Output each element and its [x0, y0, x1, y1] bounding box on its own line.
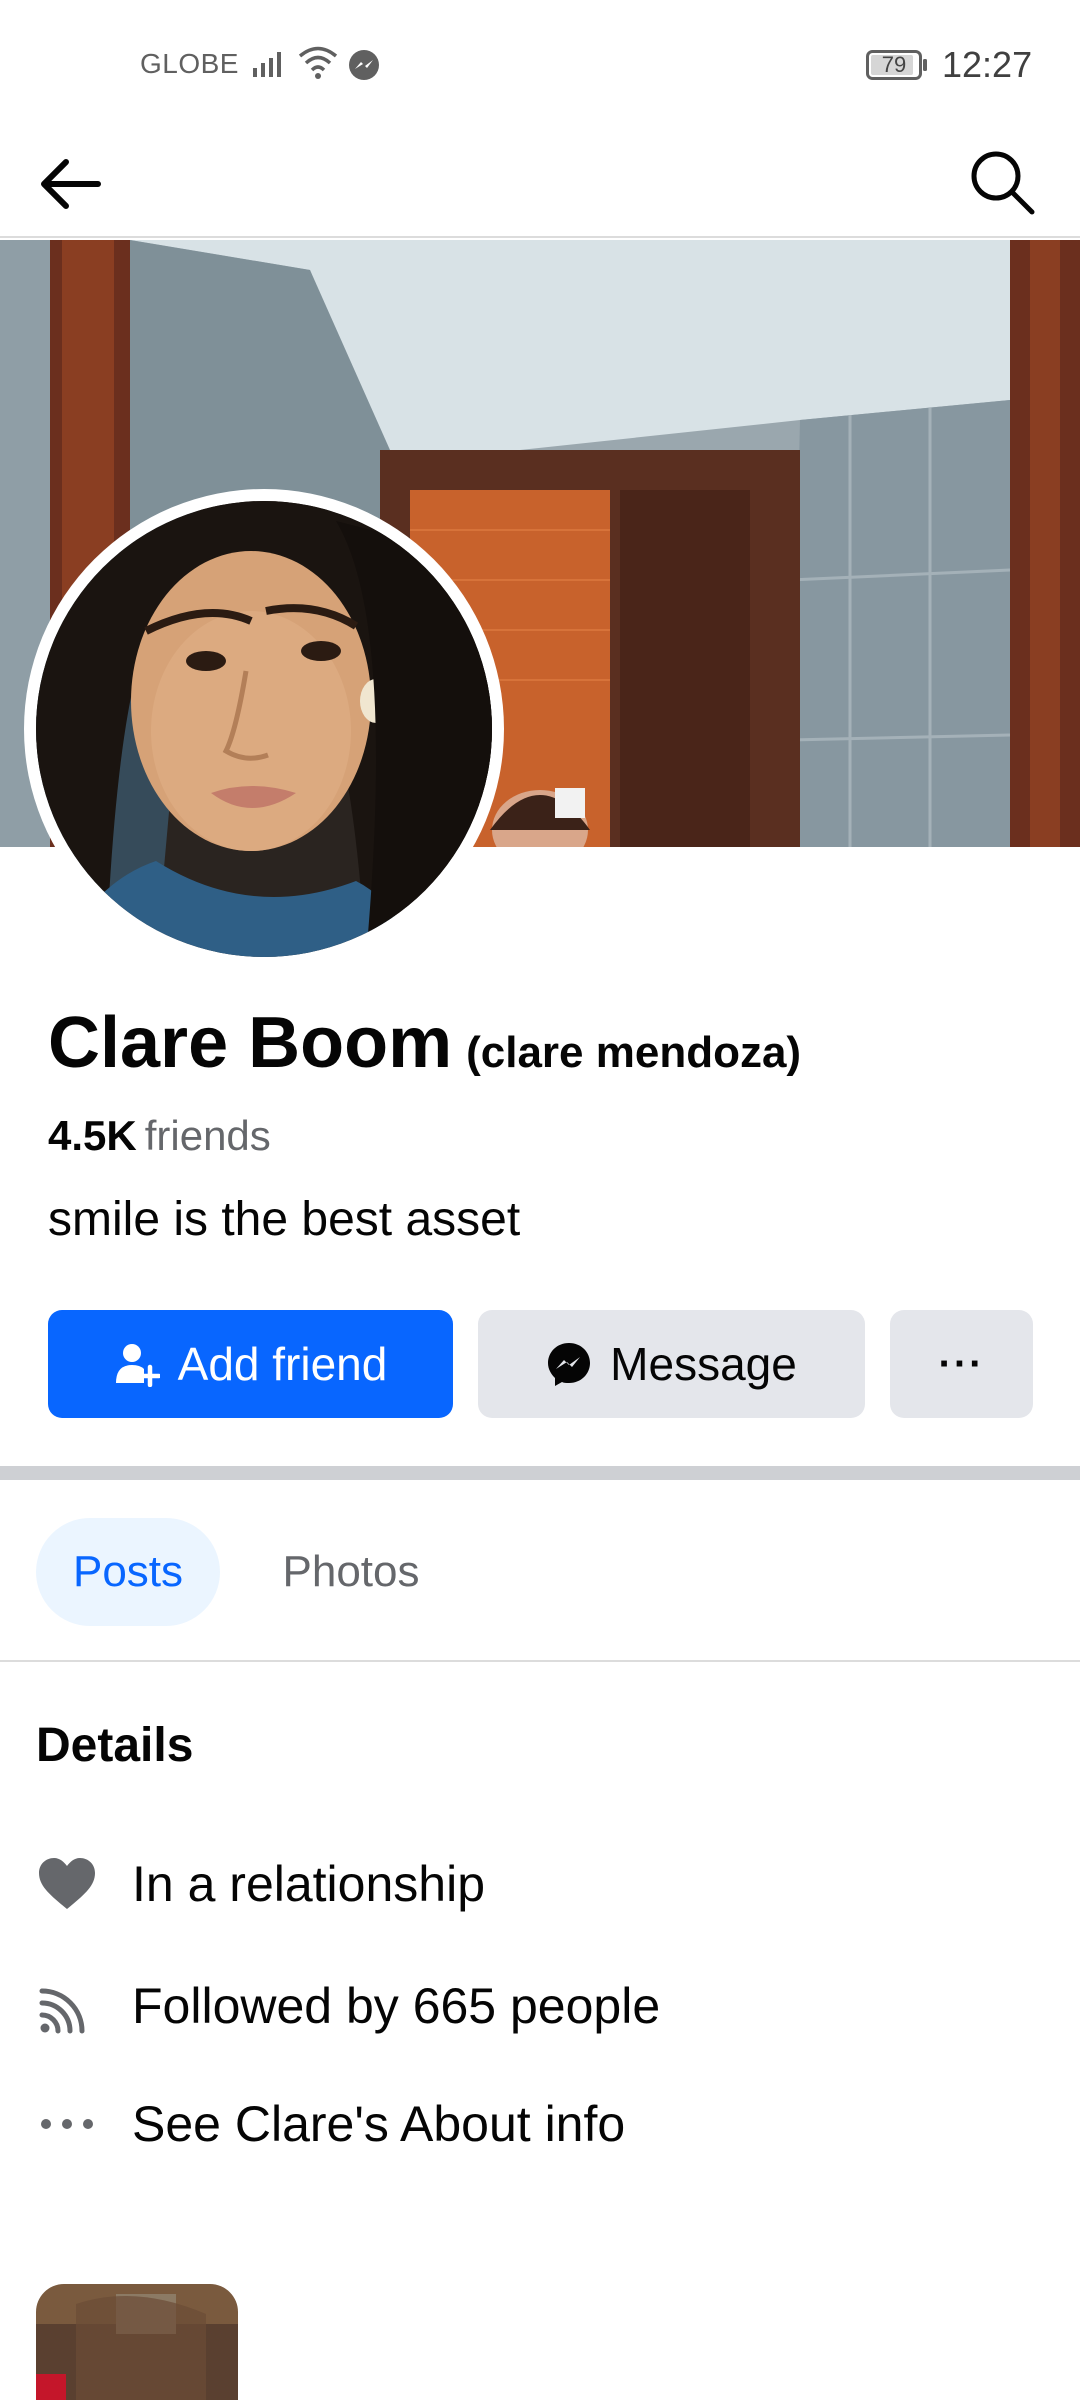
message-label: Message [610, 1338, 797, 1390]
detail-about-text: See Clare's About info [132, 2096, 626, 2152]
messenger-icon [349, 50, 379, 80]
carrier-name: GLOBE [140, 48, 239, 79]
details-heading: Details [36, 1719, 194, 1772]
more-options-button[interactable]: ··· [890, 1310, 1033, 1418]
friends-label: friends [144, 1112, 271, 1159]
messenger-icon [548, 1343, 591, 1386]
top-nav-bar [0, 132, 1080, 238]
profile-name-row: Clare Boom (clare mendoza) [48, 1002, 801, 1084]
add-friend-label: Add friend [177, 1338, 388, 1390]
message-button[interactable]: Message [478, 1310, 865, 1418]
tabs-divider [0, 1660, 1080, 1662]
cellular-signal-icon [253, 52, 281, 77]
friends-count: 4.5K [48, 1112, 137, 1159]
alternate-name: (clare mendoza) [466, 1028, 802, 1077]
wifi-icon [298, 46, 338, 79]
photo-thumbnail-image [36, 2284, 238, 2400]
profile-picture[interactable] [24, 489, 504, 969]
tab-photos[interactable]: Photos [256, 1518, 446, 1626]
profile-name: Clare Boom [48, 1003, 453, 1083]
heart-icon [39, 1858, 95, 1909]
detail-about-link[interactable]: See Clare's About info [36, 2084, 625, 2164]
add-friend-button[interactable]: Add friend [48, 1310, 453, 1418]
profile-picture-image [36, 501, 492, 957]
photo-thumbnail[interactable] [36, 2284, 238, 2400]
friends-count-row[interactable]: 4.5K friends [48, 1112, 271, 1160]
status-bar: GLOBE 79 12:27 [0, 0, 1080, 132]
search-icon [971, 151, 1035, 215]
detail-followers-text: Followed by 665 people [132, 1978, 661, 2034]
tab-posts[interactable]: Posts [36, 1518, 220, 1626]
more-dots-icon: ··· [938, 1341, 985, 1386]
battery-level: 79 [881, 52, 907, 77]
detail-relationship: In a relationship [36, 1844, 485, 1924]
search-button[interactable] [964, 144, 1040, 220]
add-person-icon [115, 1344, 160, 1387]
section-divider [0, 1466, 1080, 1480]
more-dots-icon [41, 2119, 93, 2129]
arrow-left-icon [41, 159, 101, 209]
detail-followers[interactable]: Followed by 665 people [36, 1966, 660, 2046]
profile-bio: smile is the best asset [48, 1193, 521, 1246]
clock: 12:27 [942, 44, 1033, 85]
rss-feed-icon [39, 1988, 85, 2034]
back-button[interactable] [34, 144, 110, 220]
detail-relationship-text: In a relationship [132, 1856, 486, 1912]
